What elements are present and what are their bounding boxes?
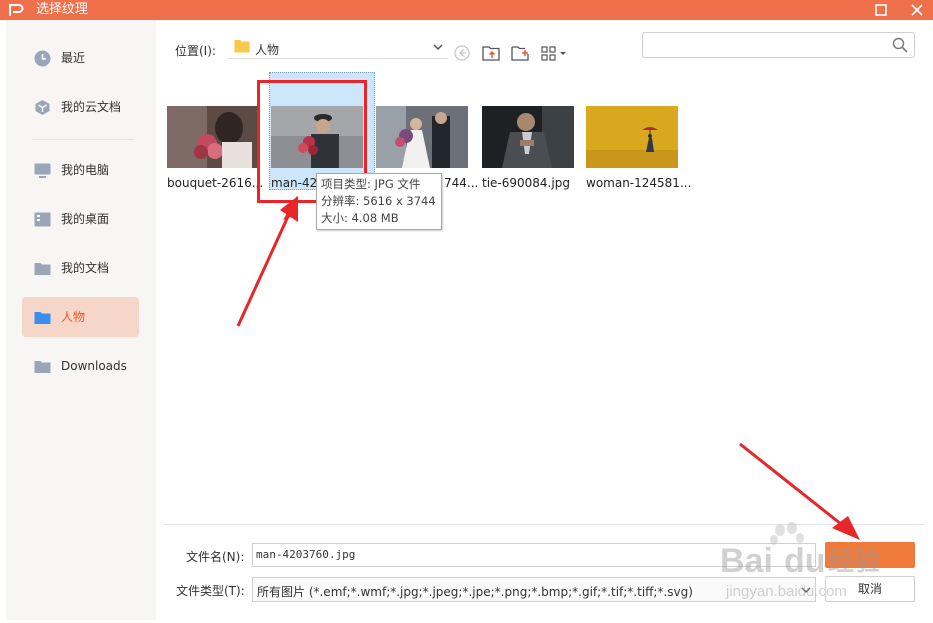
sidebar-divider	[32, 139, 134, 140]
sidebar-item-label: 我的桌面	[61, 212, 110, 226]
file-item[interactable]: bouquet-2616...	[167, 102, 263, 198]
thumbnail-woman	[586, 106, 678, 168]
search-input[interactable]	[642, 32, 915, 58]
close-button[interactable]	[902, 0, 932, 20]
svg-text:jingyan.baidu.com: jingyan.baidu.com	[725, 583, 847, 600]
filetype-value: 所有图片 (*.emf;*.wmf;*.jpg;*.jpeg;*.jpe;*.p…	[257, 585, 693, 599]
folder-icon	[34, 361, 51, 373]
annotation-arrow-left	[236, 196, 298, 327]
cloud-doc-icon	[35, 100, 50, 115]
chevron-down-icon	[433, 44, 443, 51]
tooltip-type: 项目类型: JPG 文件	[321, 177, 421, 191]
sidebar-item-desktop[interactable]: 我的桌面	[22, 199, 139, 239]
baidu-watermark-logo: Bai du 经验 jingyan.baidu.com	[718, 520, 918, 620]
folder-icon	[34, 263, 51, 275]
title-bar: 选择纹理	[0, 0, 933, 20]
sidebar-item-people[interactable]: 人物	[22, 297, 139, 337]
view-mode-icon[interactable]	[540, 43, 568, 63]
sidebar: 最近 我的云文档 我的电脑 我的桌面 我的文档 人物 Downloads	[6, 20, 156, 620]
svg-text:du: du	[784, 542, 826, 580]
sidebar-item-label: 人物	[61, 310, 86, 324]
file-item[interactable]: woman-124581...	[586, 102, 691, 198]
sidebar-item-recent[interactable]: 最近	[22, 38, 139, 78]
app-logo-icon	[9, 4, 24, 16]
file-name: tie-690084.jpg	[482, 176, 570, 190]
filename-label: 文件名(N):	[186, 550, 245, 564]
search-icon	[892, 37, 908, 53]
clock-icon	[34, 50, 51, 67]
computer-icon	[34, 163, 51, 178]
sidebar-item-label: 最近	[61, 51, 86, 65]
folder-icon	[234, 40, 250, 53]
sidebar-item-cloud-docs[interactable]: 我的云文档	[22, 87, 139, 127]
svg-text:经验: 经验	[828, 546, 880, 577]
up-folder-icon[interactable]	[481, 43, 501, 63]
close-icon	[911, 4, 923, 16]
thumbnail-bouquet	[167, 106, 259, 168]
thumbnail-tie	[482, 106, 574, 168]
sidebar-item-label: 我的云文档	[61, 100, 122, 114]
file-name: woman-124581...	[586, 176, 692, 190]
sidebar-item-label: 我的电脑	[61, 163, 110, 177]
tooltip-resolution: 分辨率: 5616 x 3744	[321, 194, 436, 208]
maximize-icon	[875, 4, 887, 16]
maximize-button[interactable]	[866, 0, 896, 20]
svg-text:Bai: Bai	[720, 542, 773, 580]
location-label: 位置(I):	[175, 44, 216, 58]
desktop-icon	[34, 212, 51, 227]
thumbnail-wedding	[376, 106, 468, 168]
filetype-label: 文件类型(T):	[176, 584, 245, 598]
location-value: 人物	[255, 43, 280, 57]
back-icon[interactable]	[452, 43, 472, 63]
sidebar-item-downloads[interactable]: Downloads	[22, 346, 139, 386]
sidebar-item-my-computer[interactable]: 我的电脑	[22, 150, 139, 190]
file-item[interactable]: tie-690084.jpg	[482, 102, 578, 198]
window-title: 选择纹理	[36, 2, 89, 17]
tooltip-size: 大小: 4.08 MB	[321, 211, 399, 225]
location-dropdown[interactable]: 人物	[228, 37, 448, 59]
sidebar-item-my-documents[interactable]: 我的文档	[22, 248, 139, 288]
folder-icon	[34, 312, 51, 324]
new-folder-icon[interactable]	[510, 43, 530, 63]
sidebar-item-label: 我的文档	[61, 261, 110, 275]
file-info-tooltip: 项目类型: JPG 文件 分辨率: 5616 x 3744 大小: 4.08 M…	[316, 173, 442, 230]
sidebar-item-label: Downloads	[61, 359, 127, 373]
